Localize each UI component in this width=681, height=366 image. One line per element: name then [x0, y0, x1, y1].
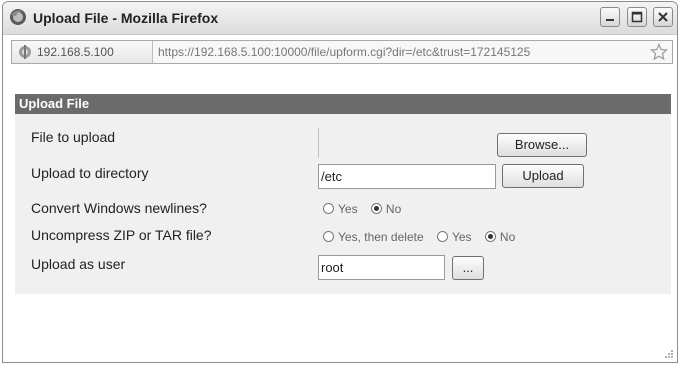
close-icon — [658, 12, 668, 22]
upload-button[interactable]: Upload — [502, 164, 584, 188]
uncompress-yes-radio[interactable] — [436, 231, 448, 242]
upload-user-input[interactable] — [318, 255, 445, 280]
close-button[interactable] — [653, 7, 673, 27]
firefox-icon — [10, 9, 26, 25]
file-path-box[interactable] — [318, 128, 499, 158]
upload-directory-label: Upload to directory — [31, 165, 149, 181]
uncompress-yes-delete-radio[interactable] — [323, 231, 334, 242]
file-to-upload-label: File to upload — [31, 129, 116, 145]
convert-newlines-options: Yes No — [323, 202, 411, 216]
site-identity-label: 192.168.5.100 — [37, 45, 114, 59]
upload-directory-input[interactable] — [318, 164, 496, 189]
minimize-button[interactable] — [600, 7, 621, 27]
star-icon[interactable] — [650, 43, 668, 61]
site-identity-button[interactable]: 192.168.5.100 — [12, 41, 153, 63]
browser-window: Upload File - Mozilla Firefox 192.168.5.… — [2, 1, 678, 363]
uncompress-options: Yes, then delete Yes No — [323, 230, 525, 244]
url-text[interactable]: https://192.168.5.100:10000/file/upform.… — [158, 45, 638, 59]
upload-form-panel: Upload File File to upload Browse... Upl… — [15, 94, 671, 294]
convert-newlines-label: Convert Windows newlines? — [31, 200, 207, 216]
convert-yes-radio[interactable] — [323, 203, 334, 214]
maximize-button[interactable] — [626, 7, 647, 27]
window-title: Upload File - Mozilla Firefox — [33, 10, 219, 26]
user-picker-button[interactable]: ... — [452, 256, 484, 280]
uncompress-no-label: No — [499, 230, 516, 244]
section-header: Upload File — [15, 94, 671, 114]
resize-grip-icon[interactable] — [664, 349, 674, 359]
convert-no-label: No — [385, 202, 402, 216]
uncompress-no-radio[interactable] — [484, 231, 496, 242]
window-controls — [598, 7, 673, 29]
browse-button[interactable]: Browse... — [497, 133, 587, 157]
address-bar[interactable]: 192.168.5.100 https://192.168.5.100:1000… — [11, 40, 673, 64]
convert-yes-label: Yes — [338, 202, 358, 216]
uncompress-yes-label: Yes — [451, 230, 472, 244]
uncompress-label: Uncompress ZIP or TAR file? — [31, 227, 212, 243]
maximize-icon — [631, 11, 642, 23]
convert-no-radio[interactable] — [370, 203, 382, 214]
uncompress-yes-delete-label: Yes, then delete — [338, 230, 424, 244]
upload-as-user-label: Upload as user — [31, 256, 126, 272]
title-bar[interactable]: Upload File - Mozilla Firefox — [3, 2, 677, 35]
site-identity-icon — [19, 45, 31, 59]
minimize-icon — [606, 19, 615, 21]
